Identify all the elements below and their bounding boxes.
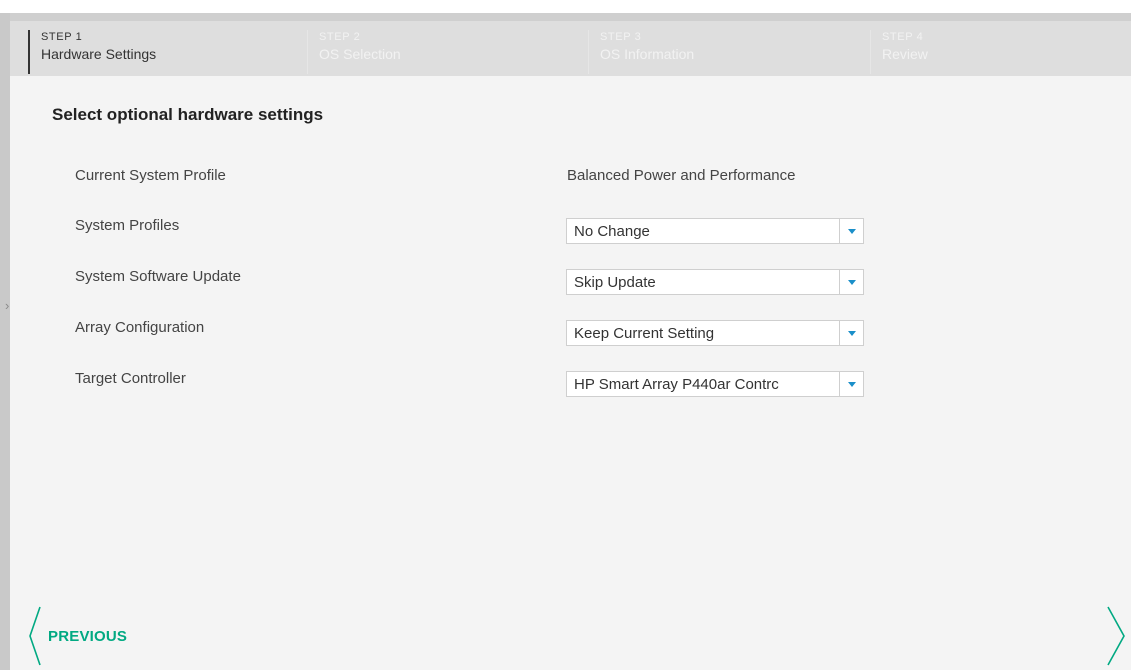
target-controller-label: Target Controller [75,370,186,387]
step-1[interactable]: STEP 1 Hardware Settings [28,30,288,74]
step-4-number: STEP 4 [882,31,924,43]
array-configuration-select[interactable]: Keep Current Setting [566,320,864,346]
next-button[interactable] [1104,605,1128,667]
chevron-down-icon[interactable] [839,219,863,243]
step-2-number: STEP 2 [319,31,361,43]
array-configuration-label: Array Configuration [75,319,205,336]
system-software-update-selected-value: Skip Update [574,273,656,291]
step-4[interactable]: STEP 4 Review [870,30,1120,74]
system-software-update-label: System Software Update [75,268,241,285]
chevron-down-icon[interactable] [839,372,863,396]
step-1-number: STEP 1 [41,31,83,43]
system-software-update-select[interactable]: Skip Update [566,269,864,295]
left-frame-border [0,13,10,670]
previous-button[interactable]: PREVIOUS [28,605,127,667]
step-3[interactable]: STEP 3 OS Information [588,30,848,74]
step-2-name: OS Selection [319,46,401,62]
target-controller-select[interactable]: HP Smart Array P440ar Contrc [566,371,864,397]
section-title: Select optional hardware settings [52,105,324,124]
chevron-left-icon [29,606,41,666]
chevron-down-icon[interactable] [839,321,863,345]
target-controller-selected-value: HP Smart Array P440ar Contrc [574,375,779,393]
step-3-name: OS Information [600,46,695,62]
wizard-panel: STEP 1 Hardware Settings STEP 2 OS Selec… [10,13,1131,670]
system-profiles-select[interactable]: No Change [566,218,864,244]
chevron-right-icon [1107,606,1125,666]
chevron-down-icon[interactable] [839,270,863,294]
top-band [0,0,1131,13]
step-1-name: Hardware Settings [41,46,157,62]
step-indicator: STEP 1 Hardware Settings STEP 2 OS Selec… [10,13,1131,76]
previous-label: PREVIOUS [48,627,128,645]
current-system-profile-value: Balanced Power and Performance [567,167,796,184]
step-4-name: Review [882,46,928,62]
current-system-profile-label: Current System Profile [75,167,226,184]
step-3-number: STEP 3 [600,31,642,43]
system-profiles-label: System Profiles [75,217,180,234]
system-profiles-selected-value: No Change [574,222,650,240]
step-2[interactable]: STEP 2 OS Selection [307,30,567,74]
array-configuration-selected-value: Keep Current Setting [574,324,715,342]
frame-handle-icon: › [5,298,10,313]
